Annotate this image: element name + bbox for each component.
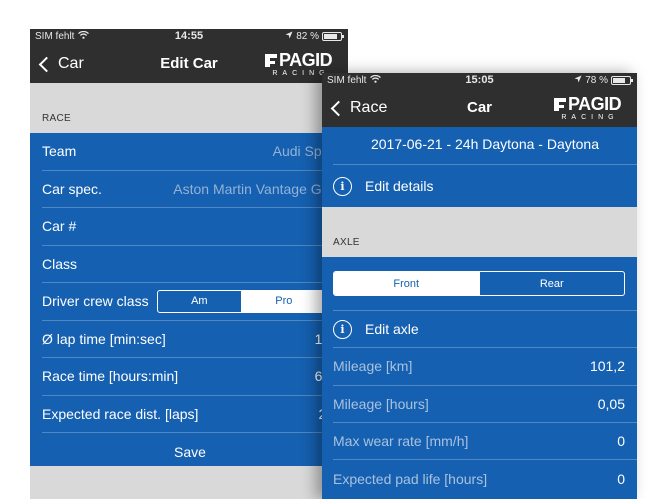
save-button[interactable]: Save xyxy=(42,433,348,471)
car-number-label: Car # xyxy=(42,218,77,235)
save-button-label: Save xyxy=(174,443,206,460)
race-time-value: 65 : xyxy=(178,368,338,384)
pagid-flag-icon xyxy=(554,98,566,111)
status-bar: SIM fehlt 15:05 78 % xyxy=(322,73,637,89)
race-distance-label: Expected race dist. [laps] xyxy=(42,405,199,422)
navigation-bar: Car Edit Car PAGID RACING xyxy=(30,45,348,83)
class-label: Class xyxy=(42,255,78,272)
driver-crew-segmented-control: Am Pro xyxy=(156,289,327,313)
max-wear-rate-label: Max wear rate [mm/h] xyxy=(333,433,469,450)
expected-pad-life-row: Expected pad life [hours] 0 xyxy=(333,460,637,497)
race-distance-value: 2.8 xyxy=(198,406,338,422)
lap-time-row[interactable]: Ø lap time [min:sec] 1 : : xyxy=(42,321,348,358)
team-row[interactable]: Team Audi Sport xyxy=(42,133,348,171)
car-spec-row[interactable]: Car spec. Aston Martin Vantage GT3 xyxy=(42,171,348,208)
class-row[interactable]: Class xyxy=(42,246,348,283)
max-wear-rate-value: 0 xyxy=(617,433,625,450)
car-screen: SIM fehlt 15:05 78 % Race Car PAGID RACI… xyxy=(322,73,637,499)
edit-axle-row[interactable]: i Edit axle xyxy=(333,311,637,349)
car-number-value: 1: xyxy=(76,218,338,234)
race-time-label: Race time [hours:min] xyxy=(42,368,179,385)
expected-pad-life-value: 0 xyxy=(617,470,625,487)
mileage-hours-label: Mileage [hours] xyxy=(333,395,429,412)
mileage-km-row: Mileage [km] 101,2 xyxy=(333,348,637,386)
driver-crew-row: Driver crew class Am Pro xyxy=(42,283,348,321)
driver-crew-label: Driver crew class xyxy=(42,293,149,310)
pagid-flag-icon xyxy=(265,54,277,67)
car-number-row[interactable]: Car # 1: xyxy=(42,208,348,246)
mileage-hours-row: Mileage [hours] 0,05 xyxy=(333,386,637,423)
navigation-bar: Race Car PAGID RACING xyxy=(322,89,637,127)
axle-selector-row: Front Rear xyxy=(333,257,637,311)
battery-percent: 82 % xyxy=(296,31,319,42)
race-info-group: 2017-06-21 - 24h Daytona - Daytona i Edi… xyxy=(322,127,637,207)
battery-icon xyxy=(322,32,344,41)
axle-tab-front[interactable]: Front xyxy=(334,272,479,295)
car-spec-label: Car spec. xyxy=(42,180,102,197)
lap-time-label: Ø lap time [min:sec] xyxy=(42,330,166,347)
edit-details-label: Edit details xyxy=(365,178,434,194)
section-header-axle: AXLE xyxy=(333,237,360,248)
race-distance-row[interactable]: Expected race dist. [laps] 2.8 xyxy=(42,396,348,433)
lap-time-value: 1 : : xyxy=(314,330,338,347)
axle-tab-rear[interactable]: Rear xyxy=(478,272,625,295)
edit-axle-label: Edit axle xyxy=(365,321,419,338)
info-icon: i xyxy=(333,319,352,339)
max-wear-rate-row: Max wear rate [mm/h] 0 xyxy=(333,423,637,461)
edit-details-row[interactable]: i Edit details xyxy=(333,165,637,207)
pagid-racing-logo: PAGID RACING xyxy=(553,95,625,123)
team-value: Audi Sport xyxy=(272,143,338,160)
edit-car-screen: SIM fehlt 14:55 82 % Car Edit Car PAGID … xyxy=(30,29,348,499)
location-arrow-icon xyxy=(285,31,293,42)
mileage-hours-value: 0,05 xyxy=(597,395,625,412)
race-settings-group: Team Audi Sport Car spec. Aston Martin V… xyxy=(30,133,348,466)
info-icon: i xyxy=(333,176,352,196)
race-time-row[interactable]: Race time [hours:min] 65 : xyxy=(42,358,348,396)
expected-pad-life-label: Expected pad life [hours] xyxy=(333,470,488,487)
battery-percent: 78 % xyxy=(585,75,608,86)
team-label: Team xyxy=(42,143,77,160)
driver-crew-option-am[interactable]: Am xyxy=(158,291,242,312)
mileage-km-label: Mileage [km] xyxy=(333,358,413,375)
race-title: 2017-06-21 - 24h Daytona - Daytona xyxy=(333,127,637,165)
status-bar: SIM fehlt 14:55 82 % xyxy=(30,29,348,45)
location-arrow-icon xyxy=(574,75,582,86)
driver-crew-option-pro[interactable]: Pro xyxy=(241,290,326,312)
section-header-race: RACE xyxy=(42,113,71,124)
battery-icon xyxy=(611,76,633,85)
axle-segmented-control: Front Rear xyxy=(333,271,625,296)
axle-group: Front Rear i Edit axle Mileage [km] 101,… xyxy=(322,257,637,499)
car-spec-value: Aston Martin Vantage GT3 xyxy=(173,180,338,197)
mileage-km-value: 101,2 xyxy=(589,358,625,375)
